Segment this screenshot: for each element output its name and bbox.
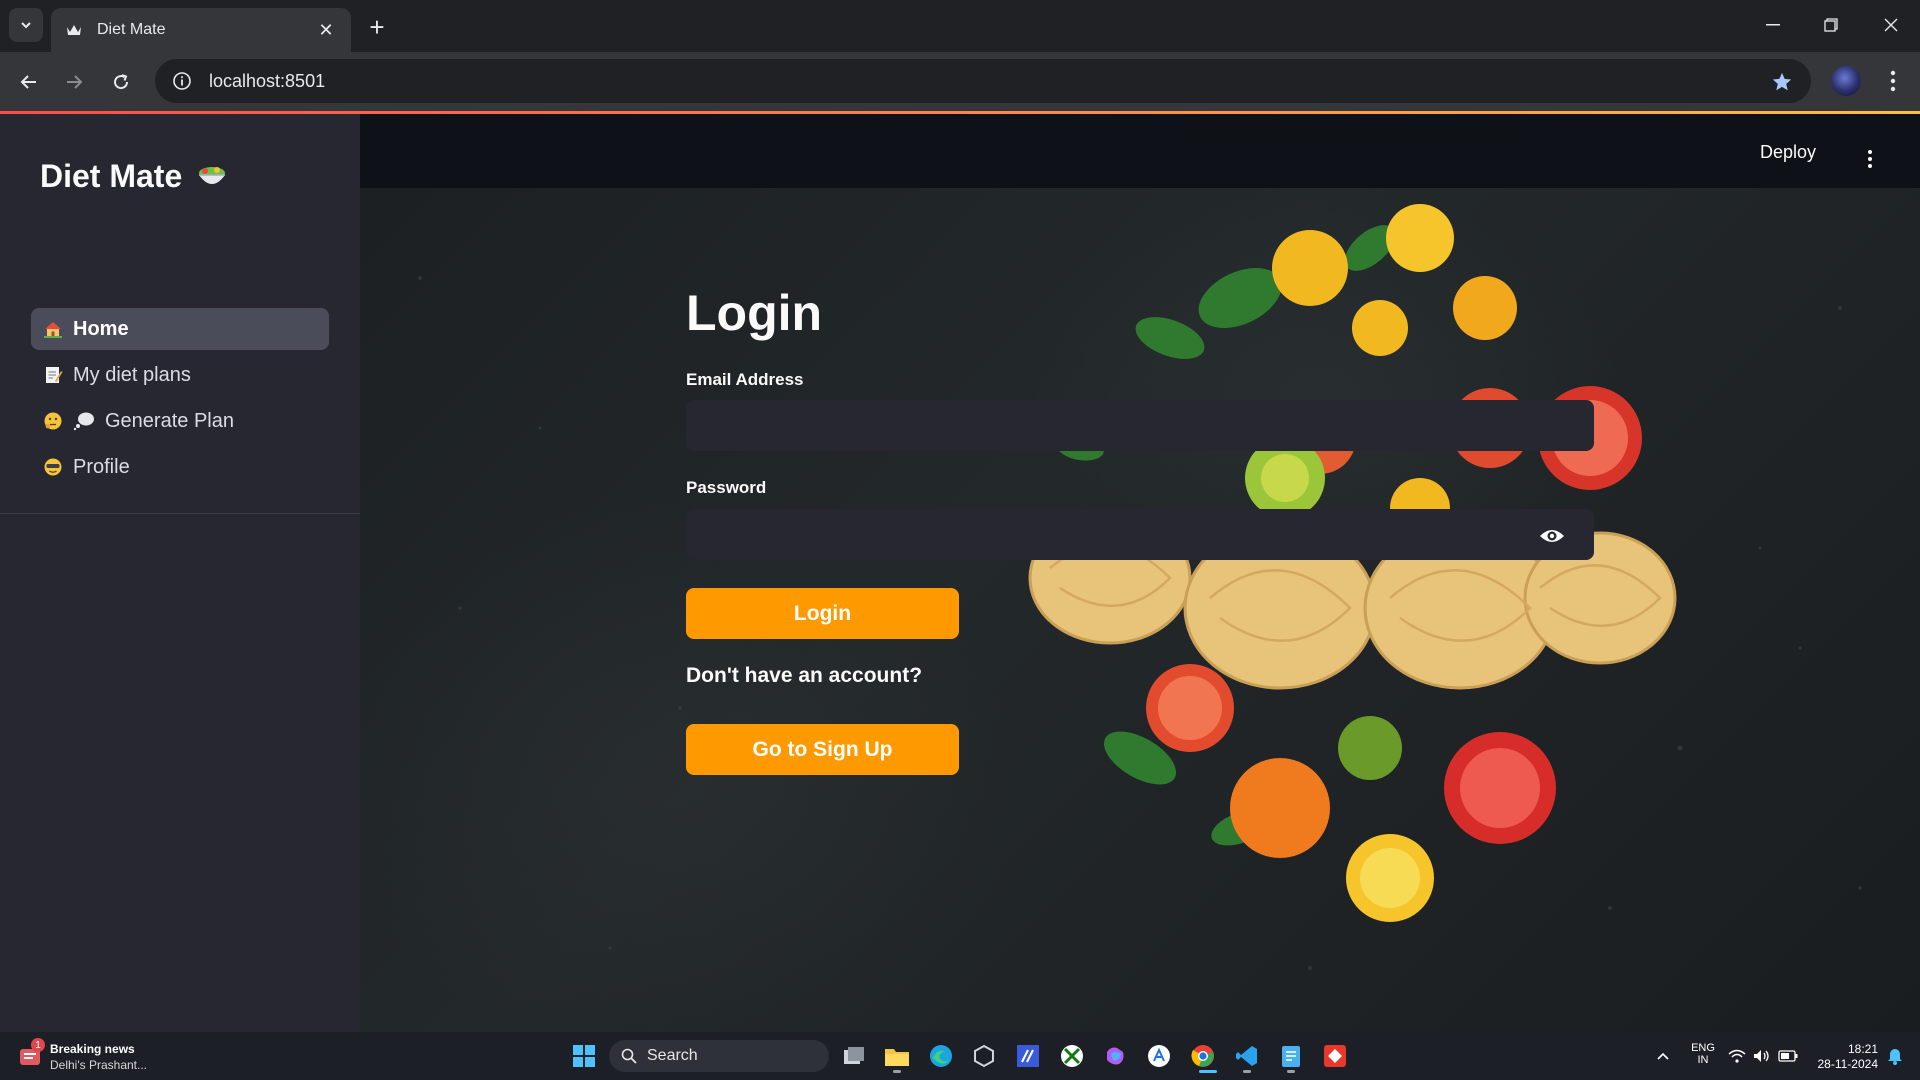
notepad-icon[interactable] [1277, 1042, 1305, 1070]
profile-avatar[interactable] [1831, 66, 1861, 96]
browser-menu-icon[interactable] [1878, 66, 1908, 96]
sidebar-item-generate-plan[interactable]: Generate Plan [31, 400, 329, 442]
house-icon [44, 322, 62, 338]
sidebar-item-label: Profile [73, 455, 130, 478]
region-code: IN [1697, 1054, 1709, 1066]
unity-hub-icon[interactable] [970, 1042, 998, 1070]
taskbar-clock[interactable]: 18:21 28-11-2024 [1808, 1042, 1879, 1072]
sidebar-item-label: Generate Plan [105, 409, 234, 432]
email-field[interactable] [686, 400, 1594, 451]
sidebar-item-label: My diet plans [73, 363, 191, 386]
reload-icon[interactable] [105, 66, 137, 98]
salad-bowl-icon [199, 166, 226, 184]
app-title-text: Diet Mate [40, 158, 183, 194]
copilot-icon[interactable] [1101, 1042, 1129, 1070]
minimize-icon[interactable] [1758, 10, 1788, 40]
news-badge: 1 [31, 1038, 45, 1052]
password-label: Password [686, 478, 767, 497]
xbox-icon[interactable] [1058, 1042, 1086, 1070]
restore-icon[interactable] [1816, 10, 1846, 40]
sidebar-item-label: Home [73, 317, 129, 340]
go-to-signup-button[interactable]: Go to Sign Up [686, 724, 959, 775]
task-view-icon[interactable] [840, 1042, 868, 1070]
running-indicator [1243, 1070, 1251, 1073]
sidebar-divider [0, 513, 360, 514]
file-explorer-icon[interactable] [883, 1042, 911, 1070]
wifi-icon[interactable] [1726, 1042, 1748, 1070]
forward-arrow-icon[interactable] [58, 66, 90, 98]
close-window-icon[interactable] [1876, 10, 1906, 40]
show-password-eye-icon[interactable] [1536, 522, 1568, 550]
anydesk-icon[interactable] [1321, 1042, 1349, 1070]
password-field[interactable] [686, 509, 1594, 560]
sidebar-nav: Home My diet plans Generate Plan Profile [31, 308, 329, 492]
sidebar-item-my-diet-plans[interactable]: My diet plans [31, 354, 329, 396]
close-tab-icon[interactable]: ✕ [315, 19, 337, 41]
clock-time: 18:21 [1847, 1042, 1878, 1056]
memo-icon [46, 367, 63, 383]
taskbar [0, 1032, 1920, 1080]
running-indicator [893, 1070, 901, 1073]
language-code: ENG [1691, 1042, 1715, 1054]
food-background-image [418, 204, 1862, 970]
edge-browser-icon[interactable] [927, 1042, 955, 1070]
face-icon [44, 458, 62, 476]
news-title[interactable]: Breaking news [50, 1042, 135, 1056]
active-app-indicator [1199, 1070, 1217, 1073]
app-header [360, 114, 1920, 188]
browser-tab[interactable]: Diet Mate ✕ [51, 8, 351, 52]
address-bar[interactable]: localhost:8501 [155, 59, 1811, 103]
app-title: Diet Mate [40, 158, 228, 195]
back-arrow-icon[interactable] [13, 66, 45, 98]
deploy-button[interactable]: Deploy [1760, 142, 1816, 163]
login-button[interactable]: Login [686, 588, 959, 639]
start-windows-icon[interactable] [570, 1042, 598, 1070]
chrome-icon[interactable] [1189, 1042, 1217, 1070]
news-subtitle[interactable]: Delhi's Prashant... [50, 1058, 147, 1072]
sidebar [0, 114, 360, 1032]
language-indicator[interactable]: ENG IN [1688, 1042, 1718, 1066]
app-menu-icon[interactable] [1860, 144, 1880, 174]
tab-search-button[interactable] [9, 8, 43, 42]
bookmark-star-icon[interactable] [1766, 66, 1798, 98]
notification-bell-icon[interactable] [1884, 1042, 1906, 1070]
site-info-icon[interactable] [169, 68, 195, 94]
taskbar-search[interactable]: Search [609, 1040, 829, 1072]
running-indicator [1287, 1070, 1295, 1073]
visual-studio-icon[interactable] [1014, 1042, 1042, 1070]
clock-date: 28-11-2024 [1817, 1057, 1879, 1071]
battery-icon[interactable] [1776, 1042, 1800, 1070]
volume-icon[interactable] [1751, 1042, 1773, 1070]
thought-bubble-icon [73, 412, 94, 431]
search-icon [621, 1048, 637, 1064]
page-title: Login [686, 285, 823, 341]
thinking-face-icon [44, 412, 62, 430]
crown-icon [65, 21, 83, 39]
no-account-text: Don't have an account? [686, 664, 923, 687]
sidebar-item-home[interactable]: Home [31, 308, 329, 350]
show-hidden-icons-chevron-up-icon[interactable] [1652, 1042, 1674, 1070]
main-background [360, 188, 1920, 1032]
chevron-down-icon [21, 22, 31, 29]
tab-title: Diet Mate [97, 21, 166, 38]
app-store-icon[interactable] [1145, 1042, 1173, 1070]
sidebar-item-profile[interactable]: Profile [31, 446, 329, 488]
new-tab-button[interactable]: + [362, 12, 392, 42]
vscode-icon[interactable] [1233, 1042, 1261, 1070]
email-label: Email Address [686, 370, 804, 389]
taskbar-search-label: Search [647, 1047, 698, 1064]
url-text: localhost:8501 [209, 70, 326, 91]
